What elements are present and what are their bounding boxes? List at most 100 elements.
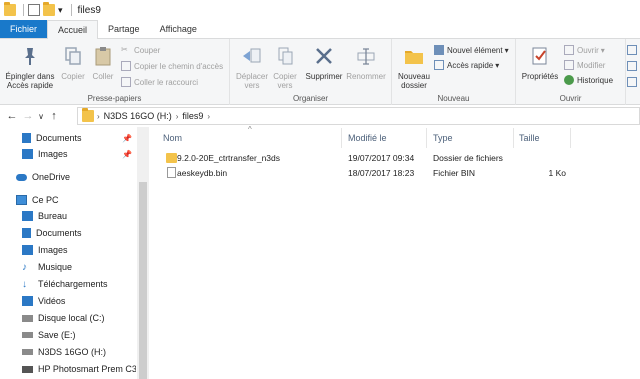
new-folder-label: Nouveau dossier (397, 72, 431, 90)
select-group-icons (627, 45, 639, 87)
nav-item-save-e[interactable]: Save (E:) (0, 327, 136, 343)
column-divider[interactable] (513, 128, 514, 148)
nav-item-label: Documents (36, 228, 82, 238)
tab-view[interactable]: Affichage (150, 20, 207, 38)
nav-item-documents-quick[interactable]: Documents 📌 (0, 130, 136, 146)
move-to-button[interactable]: Déplacer vers (232, 45, 272, 90)
delete-icon (316, 48, 332, 64)
copy-button[interactable]: Copier (58, 45, 88, 81)
pin-icon[interactable]: 📌 (122, 150, 132, 159)
nav-item-label: Téléchargements (38, 279, 108, 289)
nav-item-downloads[interactable]: ↓ Téléchargements (0, 276, 136, 292)
column-header-size[interactable]: Taille (519, 128, 540, 148)
quick-access-dropdown-icon[interactable]: ▾ (58, 5, 63, 16)
tab-file[interactable]: Fichier (0, 20, 48, 38)
chevron-down-icon: ▾ (495, 60, 500, 70)
nav-item-local-disk-c[interactable]: Disque local (C:) (0, 310, 136, 326)
select-all-icon[interactable] (627, 45, 637, 55)
open-button[interactable]: Ouvrir ▾ (564, 45, 605, 55)
recent-locations-chevron-icon[interactable]: ∨ (36, 112, 46, 121)
column-divider[interactable] (570, 128, 571, 148)
folder-icon (4, 2, 16, 16)
up-arrow-icon[interactable]: ↑ (46, 110, 62, 122)
column-divider[interactable] (426, 128, 427, 148)
chevron-right-icon[interactable]: › (176, 112, 179, 121)
nav-item-videos[interactable]: Vidéos (0, 293, 136, 309)
videos-icon (22, 296, 33, 306)
new-item-label: Nouvel élément (447, 45, 503, 55)
chevron-right-icon[interactable]: › (207, 112, 210, 121)
pin-icon[interactable]: 📌 (122, 134, 132, 143)
nav-item-label: Bureau (38, 211, 68, 221)
cut-button[interactable]: ✂ Couper (121, 45, 160, 55)
nav-item-images-quick[interactable]: Images 📌 (0, 146, 136, 162)
title-bar: ▾ files9 (0, 0, 640, 20)
nav-item-this-pc[interactable]: Ce PC (0, 192, 136, 208)
properties-button[interactable]: Propriétés (518, 45, 562, 81)
images-icon (22, 149, 33, 159)
column-header-modified[interactable]: Modifié le (348, 128, 387, 148)
rename-icon (357, 48, 375, 65)
cut-label: Couper (134, 45, 161, 55)
column-header-type[interactable]: Type (433, 128, 453, 148)
delete-label: Supprimer (305, 72, 343, 81)
edit-button[interactable]: Modifier (564, 60, 605, 70)
separator (70, 4, 72, 16)
back-arrow-icon[interactable]: ← (4, 110, 20, 122)
column-header-name[interactable]: Nom (163, 128, 182, 148)
copy-path-button[interactable]: Copier le chemin d'accès (121, 61, 223, 71)
address-box[interactable]: › N3DS 16GO (H:) › files9 › (77, 107, 640, 125)
history-icon (564, 75, 574, 85)
organize-group-label: Organiser (292, 94, 329, 103)
easy-access-button[interactable]: Accès rapide ▾ (434, 60, 499, 70)
copy-icon (65, 47, 81, 65)
select-none-icon[interactable] (627, 61, 637, 71)
chevron-down-icon: ▾ (600, 45, 605, 55)
nav-item-desktop[interactable]: Bureau (0, 208, 136, 224)
file-type: Dossier de fichiers (433, 153, 503, 163)
delete-button[interactable]: Supprimer (302, 45, 346, 81)
file-type: Fichier BIN (433, 168, 476, 178)
nav-item-documents[interactable]: Documents (0, 225, 136, 241)
nav-scrollbar-thumb[interactable] (139, 182, 147, 379)
tab-home[interactable]: Accueil (47, 20, 99, 40)
new-folder-icon[interactable] (43, 2, 55, 16)
paste-button[interactable]: Coller (88, 45, 118, 81)
properties-icon (532, 47, 547, 65)
nav-item-n3ds-h[interactable]: N3DS 16GO (H:) (0, 344, 136, 360)
column-divider[interactable] (341, 128, 342, 148)
window-title: files9 (77, 4, 101, 16)
nav-item-label: Documents (36, 133, 82, 143)
pin-icon (25, 48, 35, 65)
folder-icon (166, 153, 177, 163)
file-row[interactable]: 9.2.0-20E_ctrtransfer_n3ds 19/07/2017 09… (160, 151, 580, 166)
tab-share[interactable]: Partage (98, 20, 150, 38)
nav-item-onedrive[interactable]: OneDrive (0, 169, 136, 185)
nav-item-images[interactable]: Images (0, 242, 136, 258)
computer-icon (16, 195, 27, 205)
invert-selection-icon[interactable] (627, 77, 637, 87)
pin-quick-access-button[interactable]: Épingler dans Accès rapide (2, 45, 58, 90)
file-row[interactable]: aeskeydb.bin 18/07/2017 18:23 Fichier BI… (160, 166, 580, 181)
file-modified: 18/07/2017 18:23 (348, 168, 415, 178)
new-folder-button[interactable]: Nouveau dossier (394, 45, 434, 90)
open-group-label: Ouvrir (559, 94, 582, 103)
forward-arrow-icon[interactable]: → (20, 110, 36, 122)
copy-to-button[interactable]: Copier vers (270, 45, 300, 90)
properties-icon[interactable] (28, 4, 40, 16)
nav-item-printer[interactable]: HP Photosmart Prem C310 (0, 361, 136, 377)
nav-item-label: Images (38, 245, 68, 255)
breadcrumb-folder[interactable]: files9 (182, 111, 203, 121)
move-to-icon (243, 48, 261, 63)
nav-item-label: HP Photosmart Prem C310 (38, 364, 136, 374)
new-item-button[interactable]: Nouvel élément ▾ (434, 45, 509, 55)
paste-shortcut-label: Coller le raccourci (134, 77, 199, 87)
paste-shortcut-button[interactable]: Coller le raccourci (121, 77, 198, 87)
chevron-right-icon[interactable]: › (97, 112, 100, 121)
history-button[interactable]: Historique (564, 75, 613, 85)
rename-button[interactable]: Renommer (344, 45, 388, 81)
edit-icon (564, 60, 574, 70)
breadcrumb-drive[interactable]: N3DS 16GO (H:) (104, 111, 172, 121)
nav-item-music[interactable]: ♪ Musique (0, 259, 136, 275)
new-folder-icon (405, 51, 423, 64)
